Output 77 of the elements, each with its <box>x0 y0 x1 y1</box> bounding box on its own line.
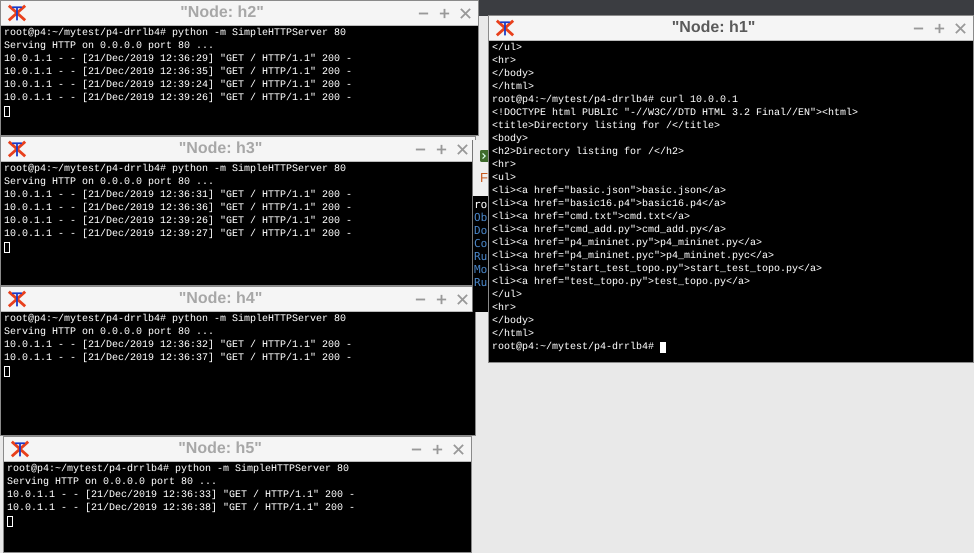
terminal-line: <title>Directory listing for /</title> <box>492 120 720 133</box>
terminal-line: ro <box>474 198 488 211</box>
terminal-line: Serving HTTP on 0.0.0.0 port 80 ... <box>4 176 214 189</box>
terminal-line: Ru <box>474 276 488 289</box>
x-logo-icon <box>495 19 515 37</box>
terminal-line: <h2>Directory listing for /</h2> <box>492 146 684 159</box>
window-title: "Node: h5" <box>177 440 263 458</box>
terminal-line: 10.0.1.1 - - [21/Dec/2019 12:36:29] "GET / HTTP/1.1" 200 - <box>4 53 352 66</box>
terminal-line: root@p4:~/mytest/p4-drrlb4# curl 10.0.0.1 <box>492 94 738 107</box>
terminal-line: <hr> <box>492 302 516 315</box>
terminal-line: </ul> <box>492 289 522 302</box>
terminal-line: 10.0.1.1 - - [21/Dec/2019 12:39:26] "GET / HTTP/1.1" 200 - <box>4 215 352 228</box>
terminal-line: <hr> <box>492 55 516 68</box>
terminal-line: <ul> <box>492 172 516 185</box>
terminal-line: <body> <box>492 133 528 146</box>
terminal-line: 10.0.1.1 - - [21/Dec/2019 12:39:24] "GET / HTTP/1.1" 200 - <box>4 79 352 92</box>
cursor <box>4 242 10 253</box>
terminal-line: </body> <box>492 315 534 328</box>
terminal-line: root@p4:~/mytest/p4-drrlb4# python -m SimpleHTTPServer 80 <box>4 163 346 176</box>
terminal-line: 10.0.1.1 - - [21/Dec/2019 12:39:27] "GET / HTTP/1.1" 200 - <box>4 228 352 241</box>
x-logo-icon <box>7 140 27 158</box>
terminal-line: <li><a href="p4_mininet.py">p4_mininet.py</a> <box>492 237 762 250</box>
terminal-line: </html> <box>492 328 534 341</box>
terminal-line: Do <box>474 224 488 237</box>
terminal-line: Serving HTTP on 0.0.0.0 port 80 ... <box>7 476 218 489</box>
maximize-icon[interactable] <box>431 442 444 456</box>
terminal-line: <li><a href="cmd_add.py">cmd_add.py</a> <box>492 224 726 237</box>
cursor <box>4 106 10 117</box>
terminal-line: Serving HTTP on 0.0.0.0 port 80 ... <box>4 40 214 53</box>
terminal-line: <li><a href="test_topo.py">test_topo.py</a> <box>492 276 750 289</box>
terminal-line: 10.0.1.1 - - [21/Dec/2019 12:36:31] "GET / HTTP/1.1" 200 - <box>4 189 352 202</box>
terminal-line: Serving HTTP on 0.0.0.0 port 80 ... <box>4 326 214 339</box>
terminal-line: 10.0.1.1 - - [21/Dec/2019 12:36:33] "GET / HTTP/1.1" 200 - <box>7 489 356 502</box>
terminal-line: Co <box>474 237 488 250</box>
x-logo-icon <box>7 4 27 22</box>
close-icon[interactable] <box>456 292 469 306</box>
window-title: "Node: h1" <box>670 19 756 37</box>
terminal-line: 10.0.1.1 - - [21/Dec/2019 12:36:37] "GET / HTTP/1.1" 200 - <box>4 352 352 365</box>
terminal-line: 10.0.1.1 - - [21/Dec/2019 12:36:38] "GET / HTTP/1.1" 200 - <box>7 502 356 515</box>
close-icon[interactable] <box>456 142 469 156</box>
terminal-line: root@p4:~/mytest/p4-drrlb4# python -m SimpleHTTPServer 80 <box>4 27 346 40</box>
x-logo-icon <box>10 440 30 458</box>
window-title: "Node: h3" <box>178 140 264 158</box>
terminal-line: root@p4:~/mytest/p4-drrlb4# python -m SimpleHTTPServer 80 <box>7 463 350 476</box>
maximize-icon[interactable] <box>435 292 448 306</box>
terminal-line: <li><a href="cmd.txt">cmd.txt</a> <box>492 211 690 224</box>
cursor <box>7 516 13 527</box>
terminal-line: root@p4:~/mytest/p4-drrlb4# <box>492 341 656 354</box>
maximize-icon[interactable] <box>438 6 451 20</box>
terminal-line: <!DOCTYPE html PUBLIC "-//W3C//DTD HTML 3.2 Final//EN"><html> <box>492 107 858 120</box>
maximize-icon[interactable] <box>933 22 946 34</box>
terminal-line: Ru <box>474 250 488 263</box>
terminal-line: <li><a href="start_test_topo.py">start_test_topo.py</a> <box>492 263 822 276</box>
terminal-line: 10.0.1.1 - - [21/Dec/2019 12:36:32] "GET / HTTP/1.1" 200 - <box>4 339 352 352</box>
close-icon[interactable] <box>954 22 967 34</box>
terminal-line: root@p4:~/mytest/p4-drrlb4# python -m SimpleHTTPServer 80 <box>4 313 346 326</box>
terminal-line: Ob <box>474 211 488 224</box>
terminal-line: 10.0.1.1 - - [21/Dec/2019 12:36:35] "GET / HTTP/1.1" 200 - <box>4 66 352 79</box>
window-title: "Node: h4" <box>178 290 264 308</box>
terminal-line: Mo <box>474 263 488 276</box>
terminal-line: 10.0.1.1 - - [21/Dec/2019 12:36:36] "GET / HTTP/1.1" 200 - <box>4 202 352 215</box>
cursor <box>660 342 666 353</box>
terminal-line: </html> <box>492 81 534 94</box>
window-title: "Node: h2" <box>179 4 265 22</box>
terminal-line: 10.0.1.1 - - [21/Dec/2019 12:39:26] "GET / HTTP/1.1" 200 - <box>4 92 352 105</box>
terminal-line: <li><a href="basic16.p4">basic16.p4</a> <box>492 198 726 211</box>
maximize-icon[interactable] <box>435 142 448 156</box>
cursor <box>4 366 10 377</box>
menu-label: F <box>480 170 488 185</box>
terminal-line: </ul> <box>492 42 522 55</box>
terminal-line: </body> <box>492 68 534 81</box>
x-logo-icon <box>7 290 27 308</box>
terminal-line: <li><a href="basic.json">basic.json</a> <box>492 185 726 198</box>
terminal-line: <hr> <box>492 159 516 172</box>
close-icon[interactable] <box>452 442 465 456</box>
terminal-line: <li><a href="p4_mininet.pyc">p4_mininet.pyc</a> <box>492 250 774 263</box>
close-icon[interactable] <box>459 6 472 20</box>
